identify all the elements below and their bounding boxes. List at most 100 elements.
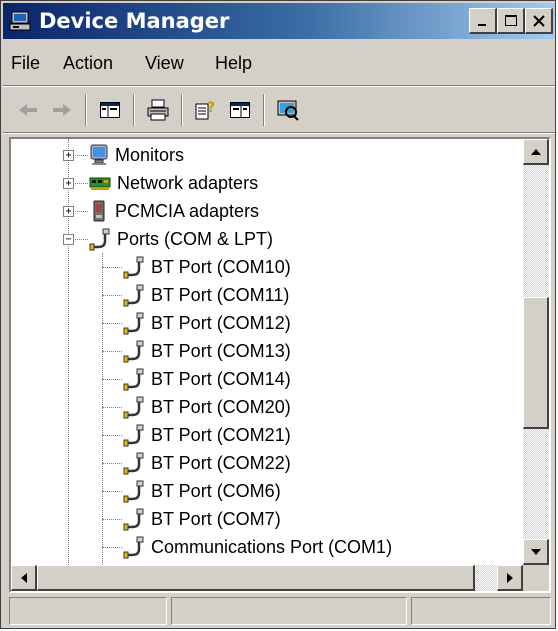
arrow-right-icon (506, 572, 513, 583)
tree-connector (102, 519, 122, 520)
tree-item-label: Ports (COM & LPT) (117, 229, 274, 249)
tree-item-label: Network adapters (117, 173, 259, 193)
tree-connector (102, 379, 122, 380)
port-icon (123, 284, 144, 307)
port-icon (89, 228, 110, 251)
expand-button[interactable]: + (63, 178, 74, 189)
menu-bar: File Action View Help (3, 41, 555, 86)
scroll-up-button[interactable] (523, 139, 549, 165)
device-manager-window: Device Manager File Action View Help ? +… (0, 0, 556, 629)
port-item[interactable]: BT Port (COM7) (123, 505, 281, 533)
window-title: Device Manager (39, 9, 230, 33)
port-label: BT Port (COM10) (151, 257, 291, 277)
tree-item-monitors[interactable]: Monitors (89, 141, 184, 169)
device-manager-icon (9, 11, 31, 31)
horizontal-scrollbar[interactable] (11, 565, 523, 591)
toolbar-separator (85, 94, 87, 126)
maximize-icon (504, 14, 517, 26)
show-hide-tree-button[interactable] (95, 96, 125, 124)
tree-connector (102, 295, 122, 296)
toolbar: ? (3, 88, 555, 133)
port-item[interactable]: BT Port (COM11) (123, 281, 289, 309)
show-hide-console-tree-icon (100, 102, 120, 118)
status-pane-2 (171, 597, 407, 625)
port-label: BT Port (COM14) (151, 369, 291, 389)
close-icon (532, 14, 545, 27)
network-adapter-icon (89, 177, 111, 190)
help-icon: ? (195, 100, 215, 120)
device-tree-pane: + Monitors + Network adapters + PCMCIA a… (9, 137, 551, 593)
arrow-left-icon (20, 572, 27, 583)
vertical-scrollbar[interactable] (523, 139, 549, 565)
toolbar-separator (181, 94, 183, 126)
help-button[interactable]: ? (191, 96, 221, 124)
tree-item-ports[interactable]: Ports (COM & LPT) (89, 225, 273, 253)
minimize-button[interactable] (469, 8, 497, 34)
device-tree[interactable]: + Monitors + Network adapters + PCMCIA a… (11, 139, 523, 565)
back-button[interactable] (13, 96, 43, 124)
status-pane-3 (411, 597, 551, 625)
expand-button[interactable]: + (63, 206, 74, 217)
forward-icon (53, 104, 71, 116)
toolbar-separator (263, 94, 265, 126)
status-pane-1 (9, 597, 167, 625)
tree-connector (102, 463, 122, 464)
port-item[interactable]: BT Port (COM14) (123, 365, 291, 393)
port-item[interactable]: BT Port (COM10) (123, 253, 291, 281)
collapse-button[interactable]: − (63, 234, 74, 245)
print-button[interactable] (143, 96, 173, 124)
port-label: BT Port (COM22) (151, 453, 291, 473)
port-icon (123, 368, 144, 391)
close-button[interactable] (525, 8, 553, 34)
port-item[interactable]: BT Port (COM6) (123, 477, 281, 505)
port-item[interactable]: BT Port (COM20) (123, 393, 291, 421)
tree-item-label: PCMCIA adapters (115, 201, 260, 221)
port-icon (123, 312, 144, 335)
status-bar (9, 597, 551, 625)
port-label: BT Port (COM20) (151, 397, 291, 417)
port-icon (123, 480, 144, 503)
port-item[interactable]: BT Port (COM21) (123, 421, 291, 449)
tree-connector (102, 267, 122, 268)
port-icon (123, 452, 144, 475)
port-item[interactable]: BT Port (COM13) (123, 337, 291, 365)
horizontal-scroll-thumb[interactable] (37, 565, 475, 591)
scan-hardware-button[interactable] (273, 96, 303, 124)
back-icon (19, 104, 37, 116)
port-item[interactable]: BT Port (COM22) (123, 449, 291, 477)
menu-help[interactable]: Help (215, 52, 252, 74)
tree-item-network-adapters[interactable]: Network adapters (89, 169, 258, 197)
port-label: BT Port (COM7) (151, 509, 281, 529)
vertical-scroll-thumb[interactable] (523, 297, 549, 429)
toolbar-separator (133, 94, 135, 126)
scroll-right-button[interactable] (497, 565, 523, 591)
monitor-icon (90, 144, 108, 165)
port-icon (123, 536, 144, 559)
tree-connector (68, 139, 69, 565)
maximize-button[interactable] (497, 8, 525, 34)
arrow-up-icon (530, 148, 541, 155)
menu-file[interactable]: File (11, 52, 40, 74)
scan-hardware-icon (277, 100, 299, 121)
scroll-left-button[interactable] (11, 565, 37, 591)
menu-action[interactable]: Action (63, 52, 113, 74)
tree-connector (102, 407, 122, 408)
port-label: BT Port (COM13) (151, 341, 291, 361)
properties-icon (230, 102, 250, 118)
print-icon (147, 99, 169, 121)
port-item[interactable]: Communications Port (COM1) (123, 533, 392, 561)
port-item[interactable]: BT Port (COM12) (123, 309, 291, 337)
tree-item-pcmcia-adapters[interactable]: PCMCIA adapters (89, 197, 259, 225)
menu-view[interactable]: View (145, 52, 184, 74)
pcmcia-icon (93, 200, 105, 222)
title-bar[interactable]: Device Manager (3, 3, 555, 39)
svg-text:?: ? (207, 100, 215, 116)
forward-button[interactable] (47, 96, 77, 124)
expand-button[interactable]: + (63, 150, 74, 161)
properties-button[interactable] (225, 96, 255, 124)
port-label: Communications Port (COM1) (151, 537, 393, 557)
scroll-down-button[interactable] (523, 539, 549, 565)
port-label: BT Port (COM11) (151, 285, 290, 305)
tree-connector (102, 351, 122, 352)
tree-item-label: Monitors (115, 145, 185, 165)
